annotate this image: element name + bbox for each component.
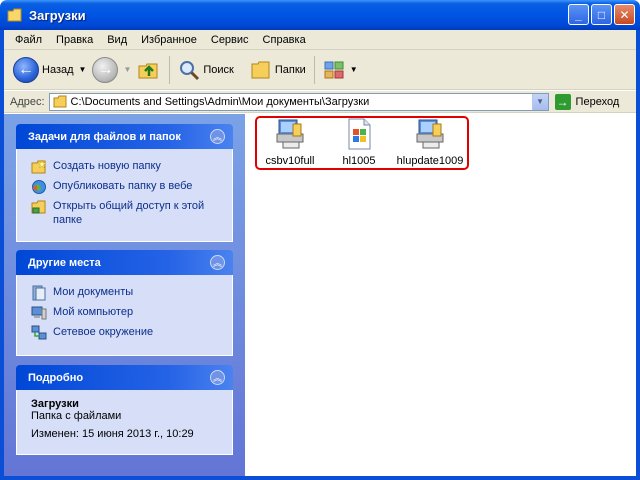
window-frame-bottom xyxy=(0,476,640,480)
details-panel-title: Подробно xyxy=(28,371,84,384)
place-my-computer[interactable]: Мой компьютер xyxy=(31,305,232,321)
file-item[interactable]: hlupdate1009 xyxy=(395,118,465,167)
file-list-area[interactable]: csbv10full hl1005 hlupdate1009 xyxy=(245,114,636,476)
file-item[interactable]: hl1005 xyxy=(324,118,394,167)
places-panel: Другие места ︽ Мои документы Мой компьют… xyxy=(16,250,233,356)
place-my-documents[interactable]: Мои документы xyxy=(31,285,232,301)
task-label: Открыть общий доступ к этой папке xyxy=(53,200,205,226)
views-button[interactable]: ▼ xyxy=(320,53,361,87)
share-folder-icon xyxy=(31,200,46,214)
address-value: C:\Documents and Settings\Admin\Мои доку… xyxy=(70,95,370,108)
file-name: hlupdate1009 xyxy=(396,155,464,167)
menu-favorites[interactable]: Избранное xyxy=(134,34,204,46)
windows-file-icon xyxy=(348,118,371,150)
forward-dropdown-icon[interactable]: ▼ xyxy=(123,65,131,74)
toolbar-separator xyxy=(313,55,315,84)
folders-button[interactable]: Папки xyxy=(247,53,309,87)
menu-help[interactable]: Справка xyxy=(256,34,313,46)
places-panel-title: Другие места xyxy=(28,256,101,269)
chevron-up-icon[interactable]: ︽ xyxy=(210,129,225,144)
documents-icon xyxy=(32,285,46,301)
installer-icon xyxy=(276,119,304,149)
toolbar-separator xyxy=(169,55,171,84)
task-label: Опубликовать папку в вебе xyxy=(53,180,193,192)
tasks-panel-title: Задачи для файлов и папок xyxy=(28,130,181,143)
back-arrow-icon: ← xyxy=(13,56,39,83)
task-pane: Задачи для файлов и папок ︽ Создать нову… xyxy=(4,114,245,476)
task-label: Создать новую папку xyxy=(53,160,161,172)
folder-icon xyxy=(7,8,23,22)
address-dropdown-icon[interactable]: ▼ xyxy=(531,93,548,110)
address-bar: Адрес: C:\Documents and Settings\Admin\М… xyxy=(4,91,636,113)
task-share-folder[interactable]: Открыть общий доступ к этой папке xyxy=(31,199,232,227)
task-publish-web[interactable]: Опубликовать папку в вебе xyxy=(31,179,232,195)
back-dropdown-icon[interactable]: ▼ xyxy=(79,65,87,74)
new-folder-icon xyxy=(31,159,47,174)
go-arrow-icon: → xyxy=(554,93,571,110)
window-title: Загрузки xyxy=(29,7,86,23)
back-label: Назад xyxy=(42,63,74,76)
menu-view[interactable]: Вид xyxy=(100,34,134,46)
title-bar[interactable]: Загрузки _ □ ✕ xyxy=(0,0,640,30)
file-item[interactable]: csbv10full xyxy=(255,118,325,167)
place-label: Мои документы xyxy=(53,286,134,298)
details-panel-header[interactable]: Подробно ︽ xyxy=(16,365,233,390)
computer-icon xyxy=(31,306,47,320)
forward-arrow-icon: → xyxy=(92,56,119,83)
go-label: Переход xyxy=(575,95,620,108)
file-name: hl1005 xyxy=(342,155,376,167)
menu-bar: Файл Правка Вид Избранное Сервис Справка xyxy=(4,30,636,50)
search-button[interactable]: Поиск xyxy=(175,53,236,87)
installer-icon xyxy=(416,119,444,149)
minimize-button[interactable]: _ xyxy=(568,4,589,25)
places-panel-header[interactable]: Другие места ︽ xyxy=(16,250,233,275)
globe-icon xyxy=(32,180,46,194)
details-modified: Изменен: 15 июня 2013 г., 10:29 xyxy=(31,428,194,440)
menu-tools[interactable]: Сервис xyxy=(204,34,256,46)
search-icon xyxy=(180,60,200,80)
folders-icon xyxy=(251,61,270,78)
menu-file[interactable]: Файл xyxy=(8,34,49,46)
go-button[interactable]: → Переход xyxy=(554,93,620,110)
file-name: csbv10full xyxy=(265,155,315,167)
up-folder-button[interactable] xyxy=(134,53,164,87)
search-label: Поиск xyxy=(203,63,234,76)
views-icon xyxy=(324,61,344,78)
place-label: Сетевое окружение xyxy=(53,326,154,338)
folder-icon xyxy=(53,95,67,108)
menu-edit[interactable]: Правка xyxy=(49,34,100,46)
back-button[interactable]: ← Назад ▼ xyxy=(10,53,89,87)
tasks-panel: Задачи для файлов и папок ︽ Создать нову… xyxy=(16,124,233,242)
up-folder-icon xyxy=(138,63,158,78)
details-name: Загрузки xyxy=(31,398,79,410)
place-network[interactable]: Сетевое окружение xyxy=(31,325,232,341)
network-icon xyxy=(31,325,47,340)
maximize-button[interactable]: □ xyxy=(591,4,612,25)
details-panel: Подробно ︽ Загрузки Папка с файлами Изме… xyxy=(16,365,233,455)
chevron-up-icon[interactable]: ︽ xyxy=(210,255,225,270)
place-label: Мой компьютер xyxy=(53,306,134,318)
close-button[interactable]: ✕ xyxy=(614,4,635,25)
views-dropdown-icon[interactable]: ▼ xyxy=(350,65,358,74)
tasks-panel-header[interactable]: Задачи для файлов и папок ︽ xyxy=(16,124,233,149)
folders-label: Папки xyxy=(274,63,306,76)
toolbar: ← Назад ▼ → ▼ Поиск Папки ▼ xyxy=(4,50,636,90)
address-input[interactable]: C:\Documents and Settings\Admin\Мои доку… xyxy=(48,92,549,111)
task-new-folder[interactable]: Создать новую папку xyxy=(31,159,232,175)
chevron-up-icon[interactable]: ︽ xyxy=(210,370,225,385)
window-frame-right xyxy=(636,30,640,480)
details-type: Папка с файлами xyxy=(31,410,122,422)
address-label: Адрес: xyxy=(10,95,45,108)
forward-button[interactable]: → ▼ xyxy=(89,53,134,87)
